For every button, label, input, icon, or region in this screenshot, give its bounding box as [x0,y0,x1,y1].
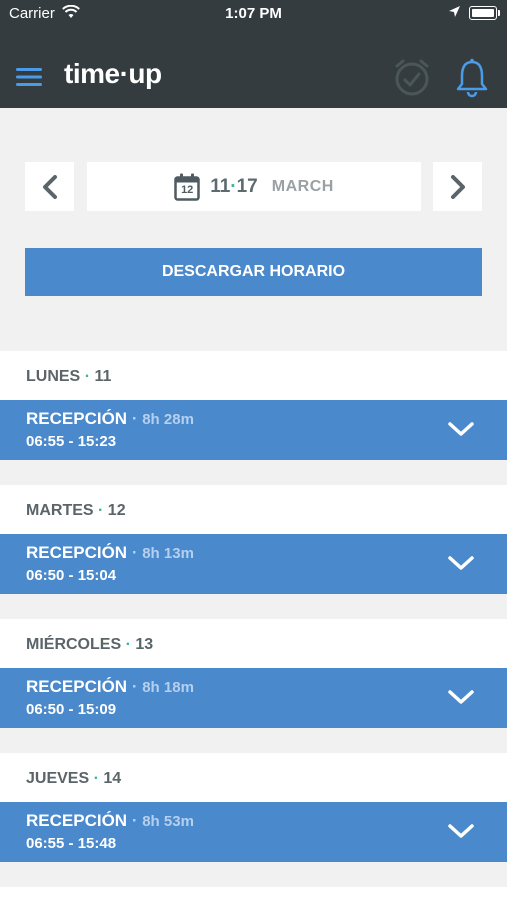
notification-bell-icon[interactable] [455,58,489,98]
calendar-icon-day: 12 [181,183,194,196]
hamburger-menu-icon[interactable] [16,66,42,88]
shift-card-jueves[interactable]: RECEPCIÓN · 8h 53m 06:55 - 15:48 [0,802,507,862]
shift-duration: 8h 13m [142,545,194,562]
day-name: JUEVES [26,770,90,787]
status-time: 1:07 PM [225,5,282,22]
shift-hours: 06:50 - 15:04 [26,567,117,584]
shift-name: RECEPCIÓN [26,543,128,562]
battery-tip [498,10,500,16]
app-logo: time·up [64,58,162,89]
shift-duration: 8h 53m [142,813,194,830]
day-header-jueves: JUEVES · 14 [0,753,507,802]
shift-hours: 06:50 - 15:09 [26,701,117,718]
chevron-down-icon[interactable] [447,688,475,708]
alarm-clock-icon[interactable] [392,58,432,98]
day-name: MARTES [26,502,94,519]
day-number: 14 [103,770,122,787]
chevron-down-icon[interactable] [447,420,475,440]
app-header: Carrier 1:07 PM time·up [0,0,507,108]
day-header-martes: MARTES · 12 [0,485,507,534]
shift-duration: 8h 18m [142,679,194,696]
day-number: 13 [135,636,154,653]
next-week-button[interactable] [433,162,482,211]
shift-hours: 06:55 - 15:48 [26,835,117,852]
week-range: 11·17 [210,175,258,197]
download-schedule-button[interactable]: DESCARGAR HORARIO [25,248,482,296]
day-number: 12 [107,502,126,519]
week-selector[interactable]: 12 11·17 MARCH [87,162,421,211]
chevron-right-icon [451,175,465,199]
shift-card-martes[interactable]: RECEPCIÓN · 8h 13m 06:50 - 15:04 [0,534,507,594]
chevron-down-icon[interactable] [447,822,475,842]
shift-duration: 8h 28m [142,411,194,428]
shift-hours: 06:55 - 15:23 [26,433,117,450]
shift-name: RECEPCIÓN [26,677,128,696]
shift-name: RECEPCIÓN [26,409,128,428]
day-header-lunes: LUNES · 11 [0,351,507,400]
chevron-left-icon [43,175,57,199]
day-name: LUNES [26,368,81,385]
shift-name: RECEPCIÓN [26,811,128,830]
status-bar: Carrier 1:07 PM [0,0,507,28]
calendar-icon: 12 [174,173,200,201]
week-range-start: 11 [210,175,231,197]
week-range-end: 17 [236,175,258,197]
day-name: MIÉRCOLES [26,636,122,653]
shift-card-miercoles[interactable]: RECEPCIÓN · 8h 18m 06:50 - 15:09 [0,668,507,728]
day-number: 11 [94,368,112,385]
battery-icon [469,6,497,20]
week-month: MARCH [271,177,334,195]
location-arrow-icon [448,5,461,22]
day-header-miercoles: MIÉRCOLES · 13 [0,619,507,668]
shift-card-lunes[interactable]: RECEPCIÓN · 8h 28m 06:55 - 15:23 [0,400,507,460]
previous-week-button[interactable] [25,162,74,211]
chevron-down-icon[interactable] [447,554,475,574]
day-header-next [0,887,507,900]
